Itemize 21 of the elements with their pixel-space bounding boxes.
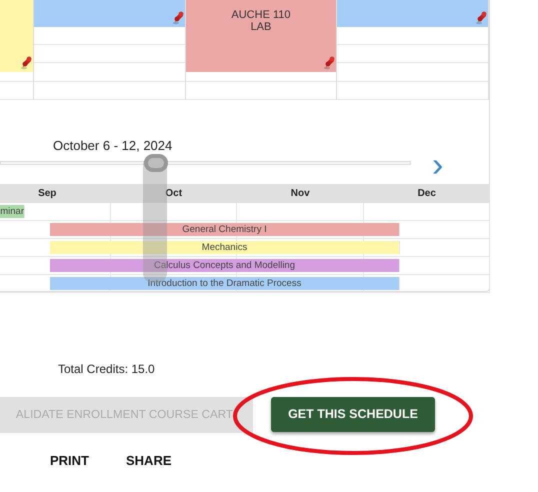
get-schedule-button[interactable]: GET THIS SCHEDULE bbox=[271, 397, 435, 432]
course-bar[interactable]: Mechanics bbox=[50, 241, 400, 254]
month-label: Dec bbox=[416, 187, 437, 201]
course-bar[interactable]: Calculus Concepts and Modelling bbox=[50, 259, 400, 272]
pushpin-icon[interactable] bbox=[323, 56, 336, 70]
pushpin-icon[interactable] bbox=[172, 11, 184, 25]
next-button[interactable]: › bbox=[432, 150, 444, 180]
pushpin-icon[interactable] bbox=[475, 11, 487, 25]
course-bar[interactable]: General Chemistry I bbox=[50, 223, 400, 236]
class-event[interactable]: AUCHE 110 LAB bbox=[186, 0, 336, 72]
month-label: Nov bbox=[290, 187, 311, 201]
total-credits: Total Credits: 15.0 bbox=[58, 361, 155, 378]
course-bar[interactable]: Introduction to the Dramatic Process bbox=[50, 277, 400, 290]
course-bar[interactable]: minar bbox=[0, 205, 25, 218]
slider-thumb[interactable] bbox=[144, 154, 168, 172]
pushpin-icon[interactable] bbox=[20, 56, 32, 70]
week-label: October 6 - 12, 2024 bbox=[53, 137, 172, 155]
month-label: Sep bbox=[37, 187, 58, 201]
action-link[interactable]: SHARE bbox=[126, 451, 172, 470]
month-label: Oct bbox=[164, 187, 184, 201]
action-link[interactable]: PRINT bbox=[50, 451, 89, 470]
